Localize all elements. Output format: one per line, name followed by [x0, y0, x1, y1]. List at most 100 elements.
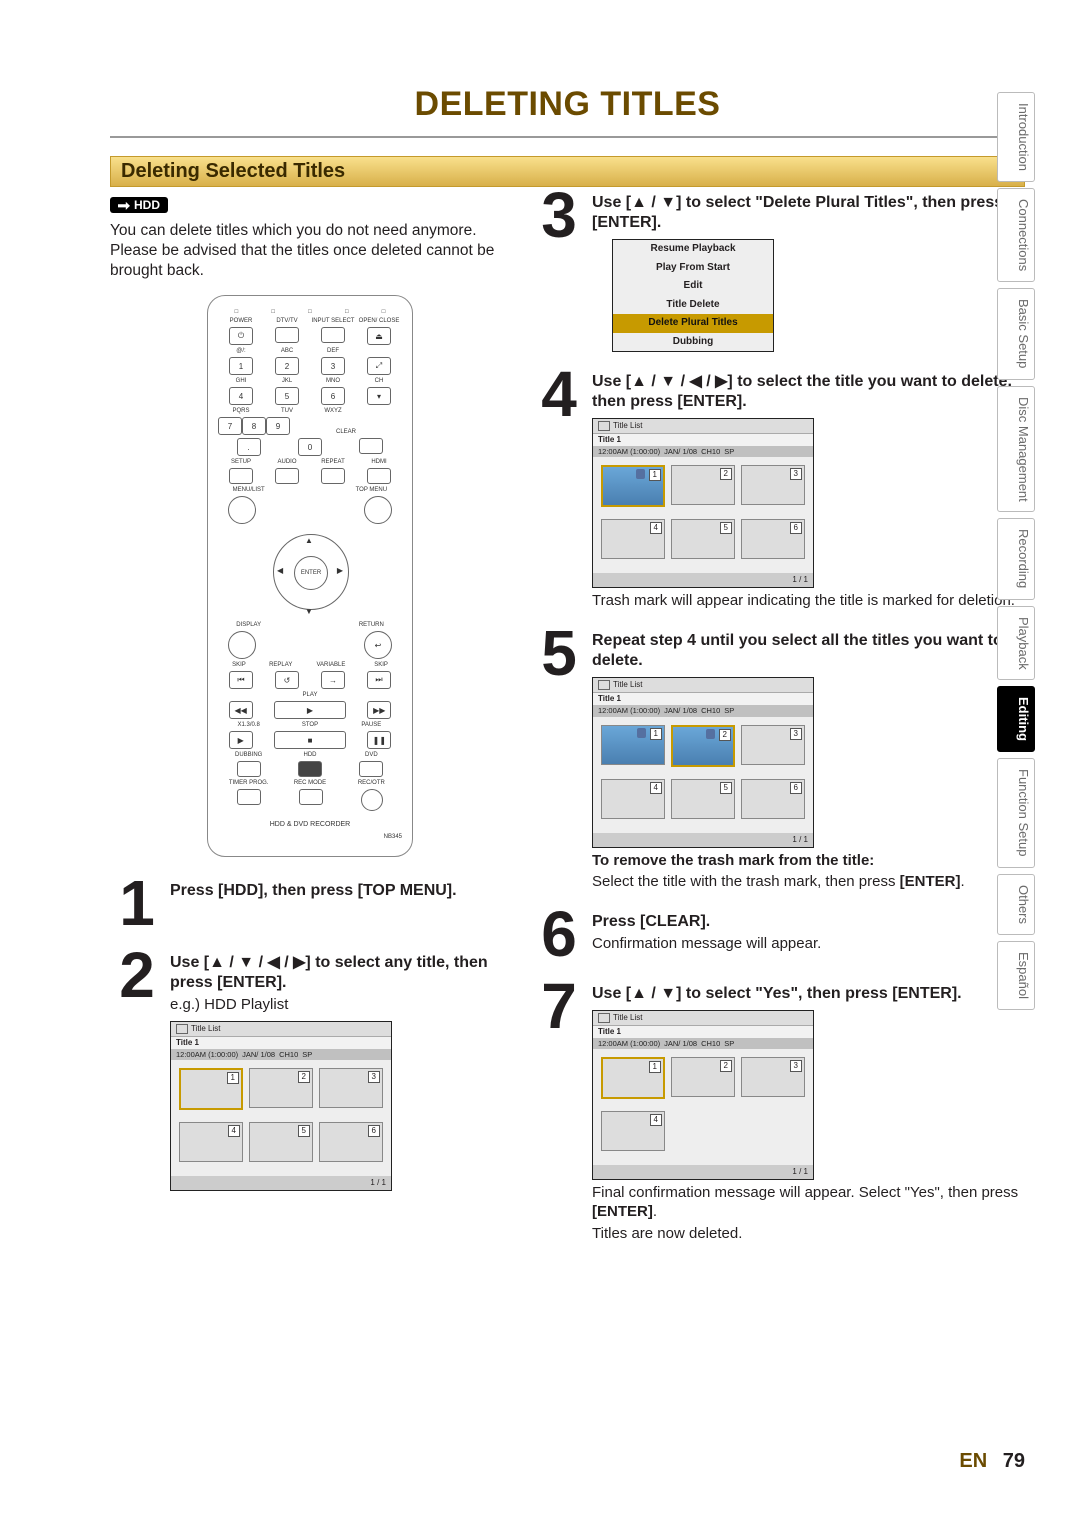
tab-others[interactable]: Others [997, 874, 1035, 935]
title-list-icon [598, 680, 610, 690]
remote-display-button[interactable] [228, 631, 256, 659]
step-6: 6 Press [CLEAR]. Confirmation message wi… [532, 906, 1025, 964]
title-rule [110, 136, 1025, 138]
remote-dot[interactable]: . [237, 438, 261, 456]
right-column: 3 Use [▲ / ▼] to select "Delete Plural T… [532, 187, 1025, 1258]
hdd-tag: HDD [110, 197, 168, 213]
remote-ch-down[interactable]: ▾ [367, 387, 391, 405]
remote-speed[interactable]: ▶ [229, 731, 253, 749]
remote-play-button[interactable]: ▶ [274, 701, 346, 719]
remote-topmenu-button[interactable] [364, 496, 392, 524]
remote-timer-button[interactable] [237, 789, 261, 805]
tab-recording[interactable]: Recording [997, 518, 1035, 599]
remote-rew[interactable]: ◀◀ [229, 701, 253, 719]
title-list-step5: Title List Title 1 12:00AM (1:00:00) JAN… [592, 677, 814, 847]
tab-editing[interactable]: Editing [997, 686, 1035, 752]
remote-dubbing-button[interactable] [237, 761, 261, 777]
remote-num-9[interactable]: 9 [266, 417, 290, 435]
remote-input-button[interactable] [321, 327, 345, 343]
step-number-5: 5 [532, 625, 586, 892]
remote-dvd-button[interactable] [359, 761, 383, 777]
thumb-1-trash[interactable]: 1 [601, 465, 665, 507]
down-icon[interactable]: ▼ [305, 607, 313, 616]
menu-title-delete[interactable]: Title Delete [613, 296, 773, 315]
step-1: 1 Press [HDD], then press [TOP MENU]. [110, 875, 510, 933]
remote-menulist-button[interactable] [228, 496, 256, 524]
step-number-4: 4 [532, 366, 586, 611]
step-number-7: 7 [532, 978, 586, 1244]
intro-text: You can delete titles which you do not n… [110, 221, 500, 281]
remote-recmode-button[interactable] [299, 789, 323, 805]
tab-introduction[interactable]: Introduction [997, 92, 1035, 182]
menu-resume[interactable]: Resume Playback [613, 240, 773, 259]
tab-espanol[interactable]: Español [997, 941, 1035, 1010]
title-list-icon [176, 1024, 188, 1034]
remote-setup-button[interactable] [229, 468, 253, 484]
title-list-step2: Title List Title 1 12:00AM (1:00:00) JAN… [170, 1021, 392, 1191]
left-icon[interactable]: ◀ [277, 566, 283, 575]
remote-num-8[interactable]: 8 [242, 417, 266, 435]
thumb-4[interactable]: 4 [179, 1122, 243, 1162]
trash-icon [637, 728, 646, 738]
remote-brand: HDD & DVD RECORDER [218, 821, 402, 828]
tab-connections[interactable]: Connections [997, 188, 1035, 282]
remote-power-button[interactable]: ⏻ [229, 327, 253, 345]
step-4: 4 Use [▲ / ▼ / ◀ / ▶] to select the titl… [532, 366, 1025, 611]
remote-num-5[interactable]: 5 [275, 387, 299, 405]
title-list-icon [598, 1013, 610, 1023]
title-list-step4: Title List Title 1 12:00AM (1:00:00) JAN… [592, 418, 814, 588]
remote-num-3[interactable]: 3 [321, 357, 345, 375]
title-list-step7: Title List Title 1 12:00AM (1:00:00) JAN… [592, 1010, 814, 1180]
remote-audio-button[interactable] [275, 468, 299, 484]
tab-disc-management[interactable]: Disc Management [997, 386, 1035, 513]
remote-control: □□□□□ POWER DTV/TV INPUT SELECT OPEN/ CL… [207, 295, 413, 857]
remote-variable-skip[interactable]: → [321, 671, 345, 689]
remote-num-2[interactable]: 2 [275, 357, 299, 375]
menu-edit[interactable]: Edit [613, 277, 773, 296]
remote-num-1[interactable]: 1 [229, 357, 253, 375]
remote-num-6[interactable]: 6 [321, 387, 345, 405]
step-3: 3 Use [▲ / ▼] to select "Delete Plural T… [532, 187, 1025, 352]
remote-model: NB345 [218, 834, 402, 840]
up-icon[interactable]: ▲ [305, 536, 313, 545]
thumb-3[interactable]: 3 [319, 1068, 383, 1108]
remote-num-0[interactable]: 0 [298, 438, 322, 456]
remote-hdd-button[interactable] [298, 761, 322, 777]
remote-dtvtv-button[interactable] [275, 327, 299, 343]
step-number-6: 6 [532, 906, 586, 964]
title-list-icon [598, 421, 610, 431]
remote-clear-button[interactable] [359, 438, 383, 454]
page-footer: EN 79 [0, 1450, 1025, 1473]
remote-stop-button[interactable]: ■ [274, 731, 346, 749]
remote-repeat-button[interactable] [321, 468, 345, 484]
remote-replay[interactable]: ↺ [275, 671, 299, 689]
remote-ffwd[interactable]: ▶▶ [367, 701, 391, 719]
remote-pause-button[interactable]: ❚❚ [367, 731, 391, 749]
remote-rec-button[interactable] [361, 789, 383, 811]
right-icon[interactable]: ▶ [337, 566, 343, 575]
menu-play-start[interactable]: Play From Start [613, 259, 773, 278]
remote-skip-fwd[interactable]: ⏭ [367, 671, 391, 689]
tab-function-setup[interactable]: Function Setup [997, 758, 1035, 867]
thumb-1[interactable]: 1 [179, 1068, 243, 1110]
remote-power-label: POWER [218, 318, 264, 324]
menu-dubbing[interactable]: Dubbing [613, 333, 773, 352]
remote-num-4[interactable]: 4 [229, 387, 253, 405]
remote-return-button[interactable]: ↩ [364, 631, 392, 659]
step-number-1: 1 [110, 875, 164, 933]
trash-icon [706, 729, 715, 739]
thumb-2[interactable]: 2 [249, 1068, 313, 1108]
remote-eject-button[interactable]: ⏏ [367, 327, 391, 345]
tab-playback[interactable]: Playback [997, 606, 1035, 681]
remote-hdmi-button[interactable] [367, 468, 391, 484]
remote-zoom-button[interactable]: ⤢ [367, 357, 391, 375]
step-5: 5 Repeat step 4 until you select all the… [532, 625, 1025, 892]
step-number-3: 3 [532, 187, 586, 352]
thumb-5[interactable]: 5 [249, 1122, 313, 1162]
tab-basic-setup[interactable]: Basic Setup [997, 288, 1035, 379]
remote-skip-back[interactable]: ⏮ [229, 671, 253, 689]
menu-delete-plural[interactable]: Delete Plural Titles [613, 314, 773, 333]
remote-num-7[interactable]: 7 [218, 417, 242, 435]
sidebar-tabs: Introduction Connections Basic Setup Dis… [997, 92, 1035, 1010]
thumb-6[interactable]: 6 [319, 1122, 383, 1162]
